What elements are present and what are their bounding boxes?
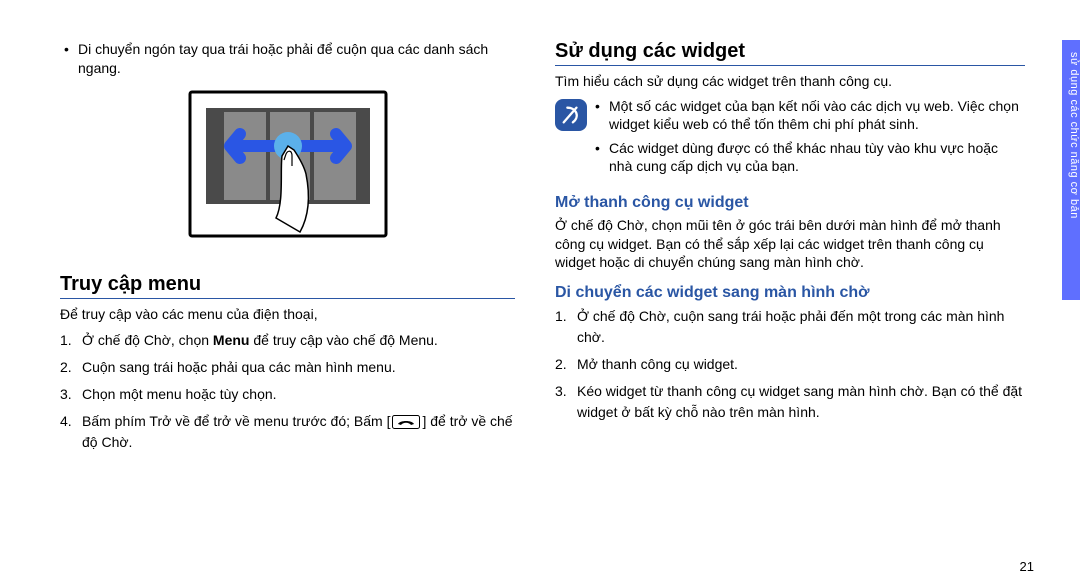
bullet-dot: • (595, 97, 609, 133)
page-number: 21 (1020, 559, 1034, 574)
note-box: • Một số các widget của bạn kết nối vào … (555, 97, 1025, 182)
step-num: 3. (60, 384, 82, 405)
note-list: • Một số các widget của bạn kết nối vào … (595, 97, 1025, 182)
step-num: 1. (555, 306, 577, 348)
intro-bullet-text: Di chuyển ngón tay qua trái hoặc phải để… (78, 40, 515, 78)
note-icon (555, 99, 587, 131)
note-text: Một số các widget của bạn kết nối vào cá… (609, 97, 1025, 133)
widgets-intro: Tìm hiểu cách sử dụng các widget trên th… (555, 72, 1025, 91)
step-text: Mở thanh công cụ widget. (577, 354, 1025, 375)
step-text: Ở chế độ Chờ, cuộn sang trái hoặc phải đ… (577, 306, 1025, 348)
step-1-pre: Ở chế độ Chờ, chọn (82, 332, 213, 348)
intro-bullet: • Di chuyển ngón tay qua trái hoặc phải … (60, 40, 515, 78)
gesture-figure (60, 90, 515, 241)
bullet-dot: • (60, 40, 78, 78)
move-step-2: 2. Mở thanh công cụ widget. (555, 354, 1025, 375)
step-text: Chọn một menu hoặc tùy chọn. (82, 384, 515, 405)
move-step-3: 3. Kéo widget từ thanh công cụ widget sa… (555, 381, 1025, 423)
step-text: Kéo widget từ thanh công cụ widget sang … (577, 381, 1025, 423)
heading-widgets: Sử dụng các widget (555, 40, 1025, 66)
step-num: 2. (60, 357, 82, 378)
step-1-bold: Menu (213, 332, 250, 348)
right-column: Sử dụng các widget Tìm hiểu cách sử dụng… (555, 40, 1025, 459)
side-tab: sử dụng các chức năng cơ bản (1062, 40, 1080, 300)
end-call-key-icon (392, 415, 420, 429)
step-text: Bấm phím Trở về để trở về menu trước đó;… (82, 411, 515, 453)
step-num: 2. (555, 354, 577, 375)
step-text: Ở chế độ Chờ, chọn Menu để truy cập vào … (82, 330, 515, 351)
left-column: • Di chuyển ngón tay qua trái hoặc phải … (60, 40, 515, 459)
move-step-1: 1. Ở chế độ Chờ, cuộn sang trái hoặc phả… (555, 306, 1025, 348)
step-4-pre: Bấm phím Trở về để trở về menu trước đó;… (82, 413, 390, 429)
note-icon-cell (555, 97, 595, 182)
heading-access-menu: Truy cập menu (60, 273, 515, 299)
step-4: 4. Bấm phím Trở về để trở về menu trước … (60, 411, 515, 453)
step-1-post: để truy cập vào chế độ Menu. (249, 332, 437, 348)
subheading-move-widgets: Di chuyển các widget sang màn hình chờ (555, 284, 1025, 302)
step-1: 1. Ở chế độ Chờ, chọn Menu để truy cập v… (60, 330, 515, 351)
access-menu-intro: Để truy cập vào các menu của điện thoại, (60, 305, 515, 324)
page-body: • Di chuyển ngón tay qua trái hoặc phải … (0, 0, 1080, 479)
open-toolbar-para: Ở chế độ Chờ, chọn mũi tên ở góc trái bê… (555, 216, 1025, 273)
note-bullet-1: • Một số các widget của bạn kết nối vào … (595, 97, 1025, 133)
bullet-dot: • (595, 139, 609, 175)
subheading-open-toolbar: Mở thanh công cụ widget (555, 194, 1025, 212)
step-2: 2. Cuộn sang trái hoặc phải qua các màn … (60, 357, 515, 378)
note-text: Các widget dùng được có thể khác nhau tù… (609, 139, 1025, 175)
step-text: Cuộn sang trái hoặc phải qua các màn hìn… (82, 357, 515, 378)
step-num: 1. (60, 330, 82, 351)
step-3: 3. Chọn một menu hoặc tùy chọn. (60, 384, 515, 405)
note-bullet-2: • Các widget dùng được có thể khác nhau … (595, 139, 1025, 175)
step-num: 3. (555, 381, 577, 423)
step-num: 4. (60, 411, 82, 453)
swipe-gesture-icon (188, 90, 388, 238)
